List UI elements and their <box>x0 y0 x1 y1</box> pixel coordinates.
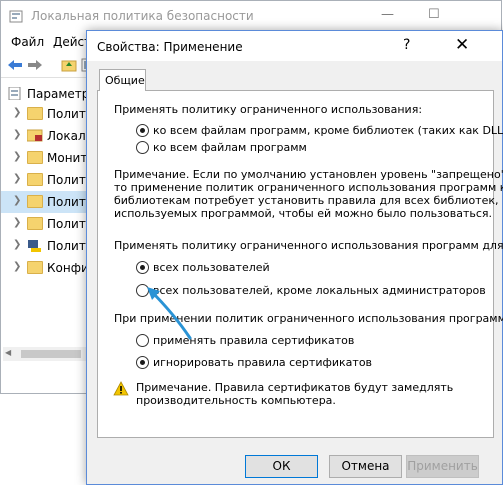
scope-heading: Применять политику ограниченного использ… <box>114 103 423 116</box>
maximize-button[interactable]: ☐ <box>428 7 440 22</box>
note-line: используемых программой, чтобы ей можно … <box>114 207 493 220</box>
folder-icon <box>27 151 43 164</box>
folder-icon <box>27 217 43 230</box>
radio-apply-certificates-label[interactable]: применять правила сертификатов <box>153 334 354 347</box>
general-panel: Применять политику ограниченного использ… <box>97 90 503 438</box>
folder-icon <box>27 195 43 208</box>
menu-file[interactable]: Файл <box>11 35 44 49</box>
chevron-right-icon[interactable]: ❯ <box>13 129 21 140</box>
forward-arrow-icon[interactable] <box>27 58 43 72</box>
note-line: библиотекам потребует установить правила… <box>114 194 499 207</box>
up-folder-icon[interactable] <box>61 58 77 72</box>
properties-dialog: Свойства: Применение ? ✕ Общие Применять… <box>86 30 503 485</box>
minimize-button[interactable]: — <box>381 7 394 22</box>
radio-all-files[interactable] <box>136 141 149 154</box>
policy-root-icon <box>8 87 21 100</box>
help-button[interactable]: ? <box>403 37 410 53</box>
radio-except-admins-label[interactable]: всех пользователей, кроме локальных адми… <box>153 284 486 297</box>
security-policy-icon <box>9 10 23 23</box>
radio-ignore-certificates-label[interactable]: игнорировать правила сертификатов <box>153 356 372 369</box>
chevron-right-icon[interactable]: ❯ <box>13 195 21 206</box>
back-arrow-icon[interactable] <box>7 58 23 72</box>
radio-apply-certificates[interactable] <box>136 334 149 347</box>
folder-icon <box>27 261 43 274</box>
radio-all-users-label[interactable]: всех пользователей <box>153 261 270 274</box>
chevron-right-icon[interactable]: ❯ <box>13 217 21 228</box>
note-line: Примечание. Если по умолчанию установлен… <box>114 168 503 181</box>
ip-security-icon <box>28 240 41 252</box>
chevron-right-icon[interactable]: ❯ <box>13 239 21 250</box>
tab-general[interactable]: Общие <box>99 69 146 91</box>
lock-folder-icon <box>27 129 43 142</box>
console-tree: Параметры ❯ Полити ❯ Локальн ❯ Монито ❯ … <box>1 81 101 341</box>
users-heading: Применять политику ограниченного использ… <box>114 239 503 252</box>
note-line: то применение политик ограниченного испо… <box>114 181 503 194</box>
horizontal-scrollbar[interactable]: ◀ <box>3 347 93 361</box>
scroll-left-icon[interactable]: ◀ <box>5 348 11 357</box>
chevron-right-icon[interactable]: ❯ <box>13 261 21 272</box>
chevron-right-icon[interactable]: ❯ <box>13 173 21 184</box>
cancel-button[interactable]: Отмена <box>329 455 402 478</box>
close-button[interactable]: ✕ <box>455 35 469 55</box>
chevron-right-icon[interactable]: ❯ <box>13 151 21 162</box>
main-titlebar: Локальная политика безопасности — ☐ <box>1 1 501 31</box>
radio-except-libraries[interactable] <box>136 124 149 137</box>
radio-all-users[interactable] <box>136 261 149 274</box>
radio-all-files-label[interactable]: ко всем файлам программ <box>153 141 307 154</box>
dialog-title: Свойства: Применение <box>97 40 243 54</box>
scrollbar-thumb[interactable] <box>21 350 81 358</box>
warning-icon <box>113 381 129 396</box>
main-window-title: Локальная политика безопасности <box>31 9 254 23</box>
tab-general-label: Общие <box>105 74 145 87</box>
certificate-note-line: Примечание. Правила сертификатов будут з… <box>136 381 454 394</box>
radio-ignore-certificates[interactable] <box>136 356 149 369</box>
certificates-heading: При применении политик ограниченного исп… <box>114 312 503 325</box>
chevron-right-icon[interactable]: ❯ <box>13 107 21 118</box>
radio-except-admins[interactable] <box>136 284 149 297</box>
dialog-titlebar: Свойства: Применение ? ✕ <box>87 31 502 61</box>
folder-icon <box>27 107 43 120</box>
radio-except-libraries-label[interactable]: ко всем файлам программ, кроме библиотек… <box>153 124 503 137</box>
certificate-note-line: производительность компьютера. <box>136 394 336 407</box>
folder-icon <box>27 173 43 186</box>
ok-button[interactable]: ОК <box>245 455 318 478</box>
apply-button[interactable]: Применить <box>406 455 479 478</box>
